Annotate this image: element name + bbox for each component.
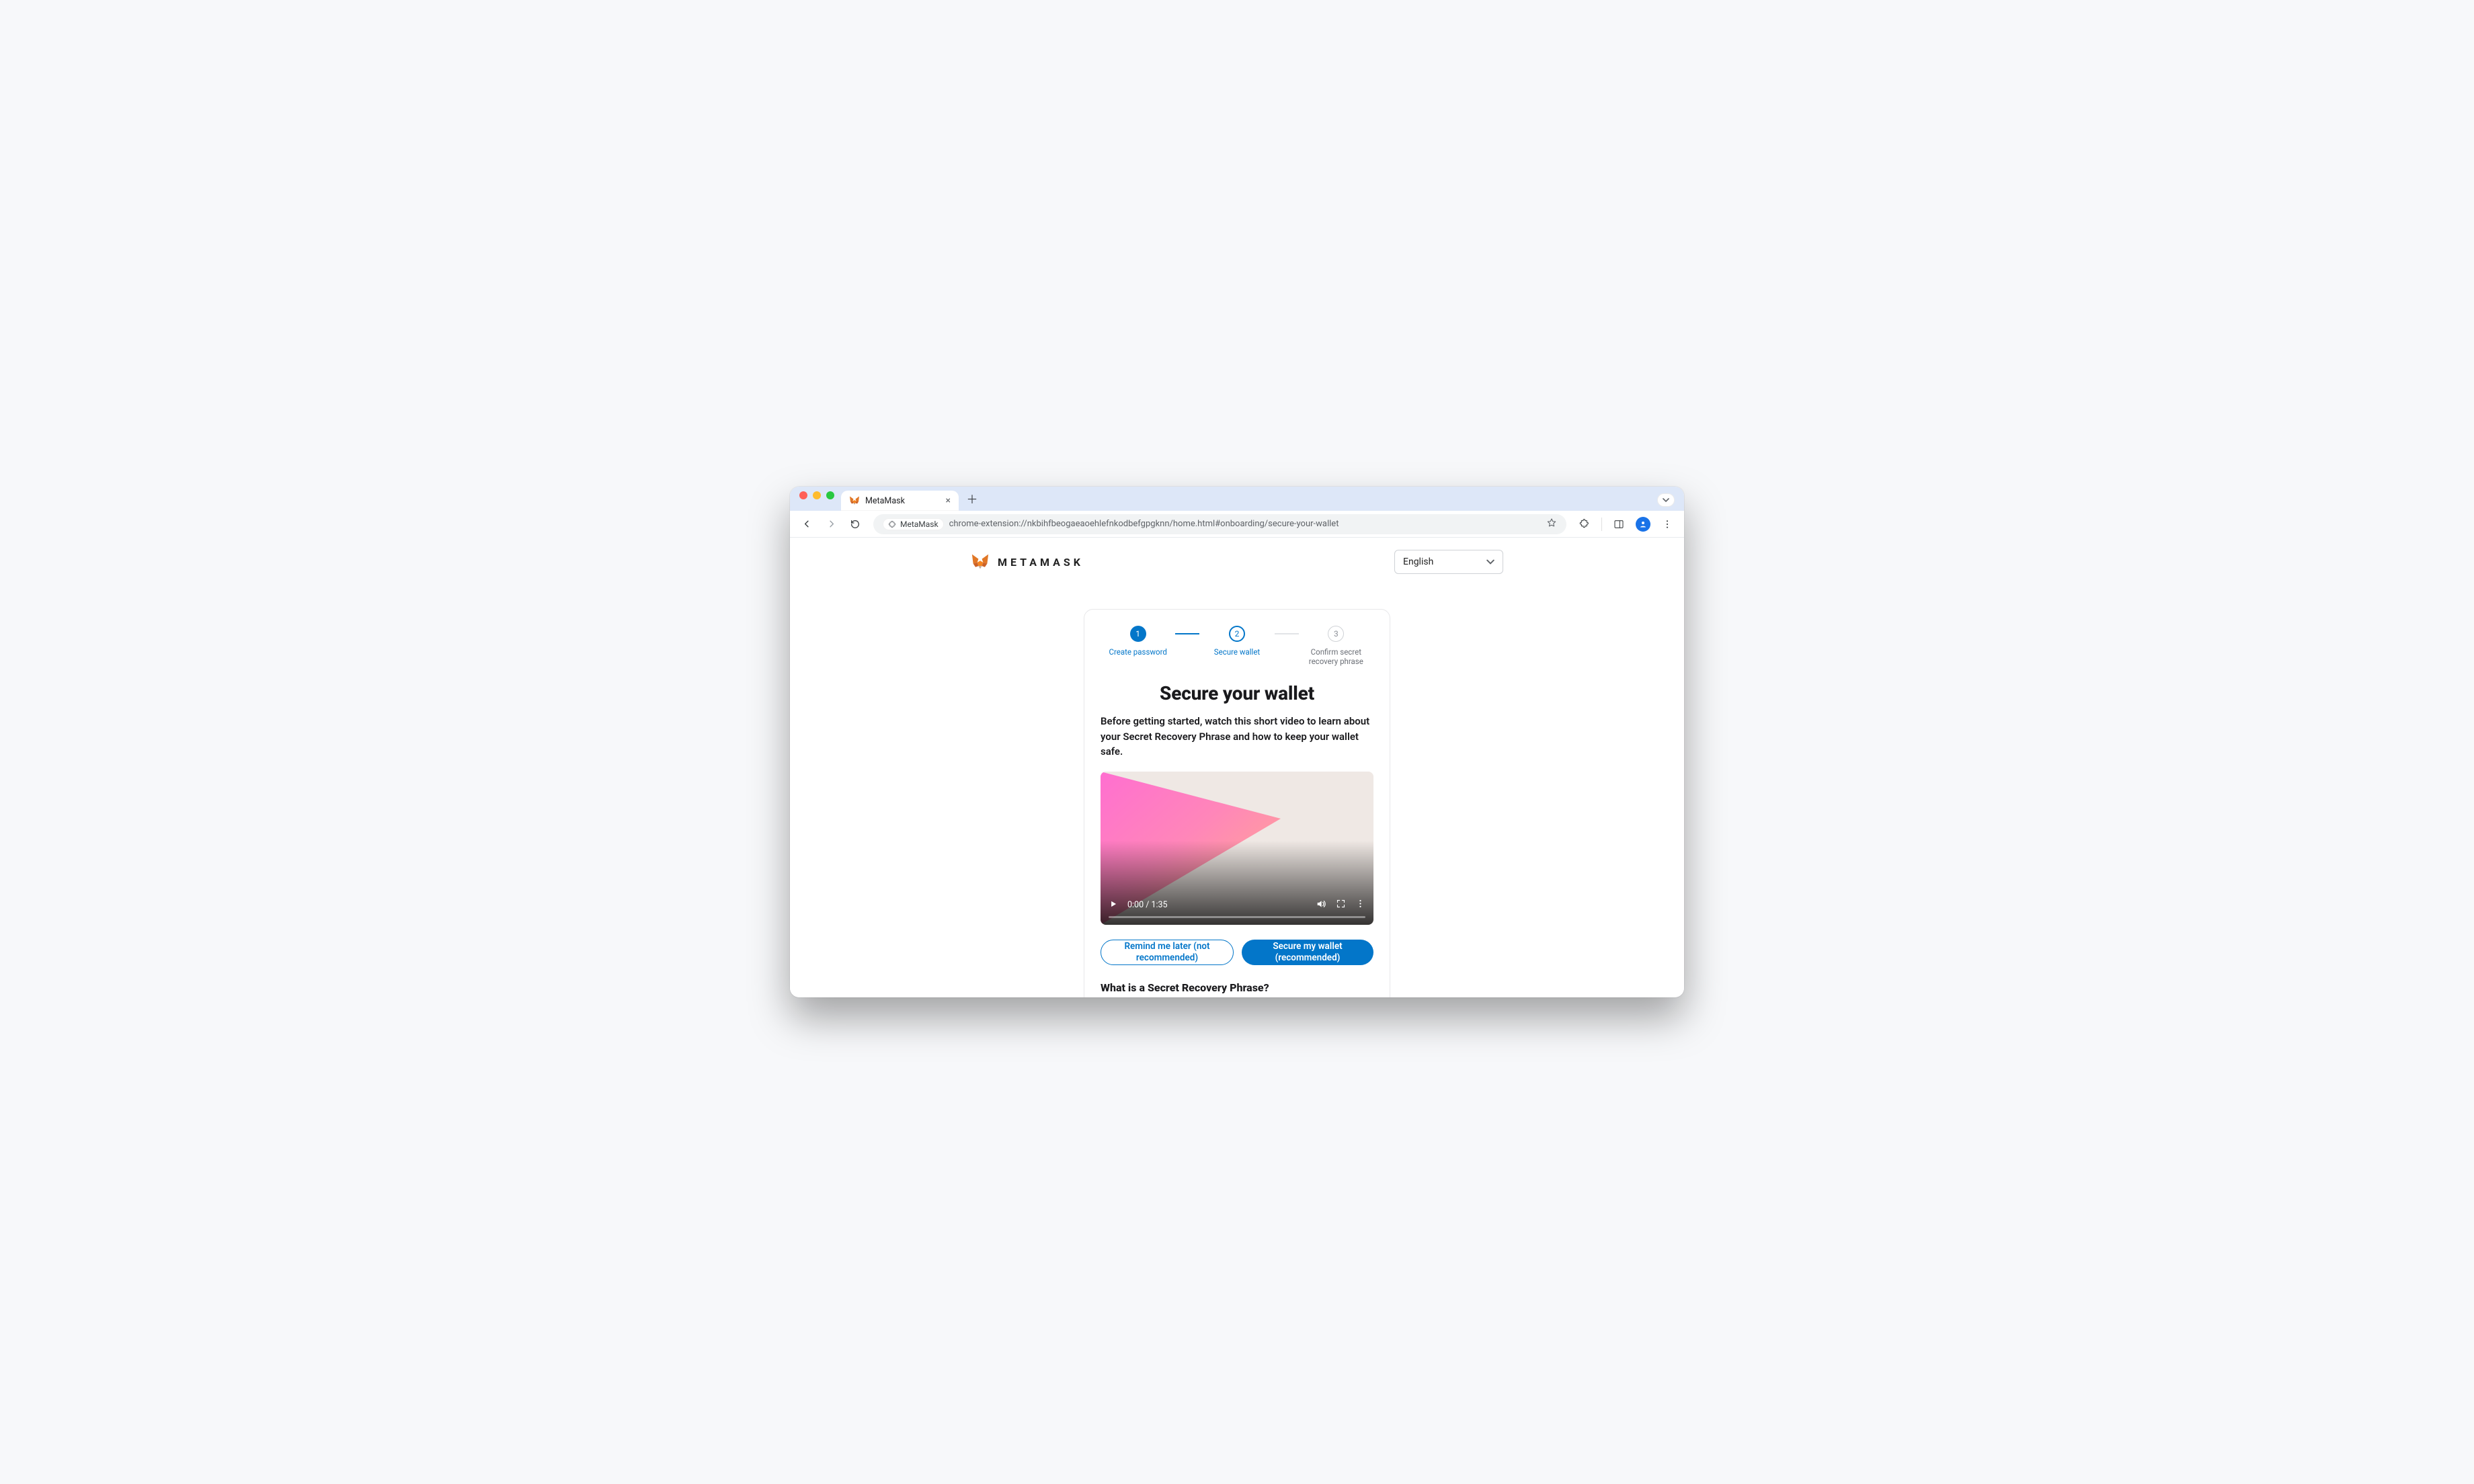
browser-window: MetaMask × ＋ MetaMask chrome-extensio [790, 487, 1684, 997]
avatar [1636, 517, 1650, 532]
new-tab-button[interactable]: ＋ [963, 489, 982, 507]
faq-question-body: Your Secret Recovery Phrase is a 12-word… [1101, 997, 1373, 998]
fullscreen-icon [1336, 899, 1346, 909]
metamask-fox-icon [971, 553, 990, 571]
cta-row: Remind me later (not recommended) Secure… [1101, 940, 1373, 965]
onboarding-video[interactable]: 0:00 / 1:35 [1101, 772, 1373, 925]
secure-wallet-button[interactable]: Secure my wallet (recommended) [1242, 940, 1373, 965]
reload-icon [850, 519, 861, 530]
extensions-button[interactable] [1574, 514, 1595, 534]
nav-reload-button[interactable] [845, 514, 865, 534]
profile-button[interactable] [1633, 514, 1653, 534]
toolbar-divider [1601, 518, 1602, 531]
play-icon [1109, 899, 1118, 909]
bookmark-button[interactable] [1546, 518, 1557, 531]
video-time: 0:00 / 1:35 [1127, 900, 1168, 910]
chevron-down-icon [1486, 558, 1494, 566]
arrow-left-icon [801, 518, 813, 530]
nav-forward-button[interactable] [821, 514, 841, 534]
volume-icon [1316, 899, 1326, 909]
kebab-menu-button[interactable] [1657, 514, 1677, 534]
step-number: 1 [1130, 626, 1146, 642]
video-controls: 0:00 / 1:35 [1101, 893, 1373, 925]
browser-tab[interactable]: MetaMask × [841, 491, 959, 511]
tab-title: MetaMask [865, 496, 905, 506]
tab-close-button[interactable]: × [946, 496, 951, 505]
omnibox[interactable]: MetaMask chrome-extension://nkbihfbeogae… [873, 514, 1566, 534]
stepper: 1 Create password 2 Secure wallet 3 Conf… [1101, 626, 1373, 666]
language-select[interactable]: English [1394, 550, 1503, 574]
window-close-button[interactable] [799, 491, 807, 499]
video-mute-button[interactable] [1316, 899, 1326, 912]
chevron-down-icon [1663, 497, 1669, 503]
step-create-password: 1 Create password [1101, 626, 1175, 657]
lead-text: Before getting started, watch this short… [1101, 714, 1373, 759]
remind-later-button[interactable]: Remind me later (not recommended) [1101, 940, 1234, 965]
step-label: Secure wallet [1214, 647, 1260, 657]
video-progress[interactable] [1109, 916, 1365, 918]
site-identity-chip[interactable]: MetaMask [883, 518, 944, 530]
window-controls [795, 491, 841, 506]
tab-overflow-button[interactable] [1657, 493, 1675, 507]
faq-question-title: What is a Secret Recovery Phrase? [1101, 981, 1373, 994]
page-title: Secure your wallet [1101, 682, 1373, 704]
video-play-button[interactable] [1109, 899, 1118, 911]
omnibox-url: chrome-extension://nkbihfbeogaeaoehlefnk… [949, 519, 1339, 529]
dots-vertical-icon [1662, 519, 1673, 530]
extension-icon [888, 520, 896, 528]
person-icon [1639, 520, 1647, 528]
window-minimize-button[interactable] [813, 491, 821, 499]
browser-toolbar: MetaMask chrome-extension://nkbihfbeogae… [790, 511, 1684, 538]
faq: What is a Secret Recovery Phrase? Your S… [1101, 981, 1373, 998]
page-header: METAMASK English [969, 550, 1505, 574]
site-identity-label: MetaMask [900, 520, 939, 529]
brand-wordmark: METAMASK [998, 556, 1084, 569]
puzzle-icon [1579, 519, 1590, 530]
window-zoom-button[interactable] [826, 491, 834, 499]
panel-icon [1613, 519, 1624, 530]
dots-vertical-icon [1355, 899, 1365, 909]
nav-back-button[interactable] [797, 514, 817, 534]
step-label: Create password [1109, 647, 1166, 657]
step-number: 2 [1229, 626, 1245, 642]
arrow-right-icon [826, 518, 837, 530]
video-more-button[interactable] [1355, 899, 1365, 911]
video-fullscreen-button[interactable] [1336, 899, 1346, 911]
stepper-bar [1275, 633, 1299, 634]
step-number: 3 [1328, 626, 1344, 642]
language-selected: English [1403, 556, 1433, 567]
onboarding-card: 1 Create password 2 Secure wallet 3 Conf… [1084, 609, 1390, 997]
step-confirm-phrase: 3 Confirm secret recovery phrase [1299, 626, 1373, 666]
tab-strip: MetaMask × ＋ [790, 487, 1684, 511]
side-panel-button[interactable] [1609, 514, 1629, 534]
stepper-bar [1175, 633, 1199, 634]
step-label: Confirm secret recovery phrase [1299, 647, 1373, 666]
metamask-fox-icon [849, 492, 860, 509]
step-secure-wallet: 2 Secure wallet [1199, 626, 1274, 657]
star-icon [1546, 518, 1557, 528]
page-viewport: METAMASK English 1 Create password [790, 538, 1684, 997]
tab-favicon [849, 495, 860, 506]
brand: METAMASK [971, 553, 1084, 571]
